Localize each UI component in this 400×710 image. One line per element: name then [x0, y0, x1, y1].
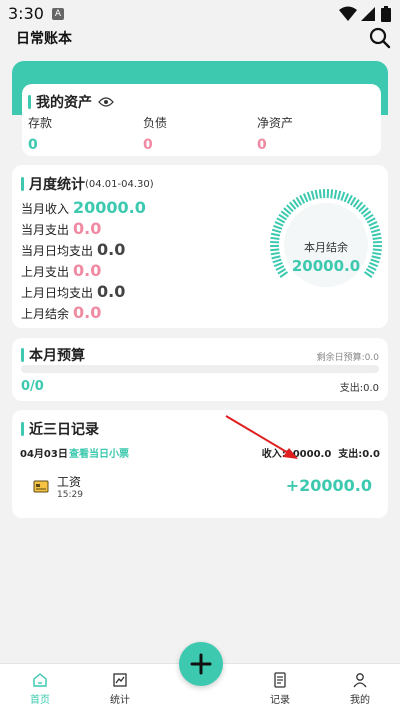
section-accent-bar [21, 177, 24, 191]
wifi-icon [339, 6, 357, 21]
recent-title: 近三日记录 [21, 419, 99, 439]
stat-value: 0.0 [73, 261, 102, 280]
asset-liability: 负债 0 [143, 114, 167, 153]
stat-row: 当月日均支出 0.0 [21, 240, 125, 259]
app-bar: 日常账本 [0, 26, 400, 58]
chart-icon [113, 673, 127, 687]
budget-progress-bar [21, 365, 379, 373]
signal-icon [361, 7, 375, 21]
stat-label: 上月结余 [21, 307, 70, 321]
nav-stats-label: 统计 [110, 695, 130, 706]
budget-title-label: 本月预算 [29, 348, 85, 364]
asset-deposit: 存款 0 [28, 114, 52, 153]
stat-value: 20000.0 [73, 198, 146, 217]
home-icon [33, 673, 47, 687]
record-date: 04月03日 [20, 449, 68, 460]
recent-records-card: 近三日记录 04月03日 查看当日小票 收入:20000.0 支出:0.0 工资… [12, 410, 388, 518]
section-accent-bar [21, 348, 24, 362]
stat-label: 当月日均支出 [21, 244, 94, 258]
stat-row: 当月支出 0.0 [21, 219, 101, 238]
wallet-icon [33, 480, 49, 493]
stat-value: 0.0 [73, 219, 102, 238]
user-icon [353, 673, 367, 688]
app-notification-icon: A [52, 8, 64, 20]
asset-liability-label: 负债 [143, 116, 168, 130]
stat-row: 上月结余 0.0 [21, 303, 101, 322]
eye-icon[interactable] [98, 97, 114, 107]
nav-records-label: 记录 [270, 695, 290, 706]
asset-net-label: 净资产 [257, 116, 294, 130]
record-amount: +20000.0 [285, 476, 372, 495]
status-bar: 3:30 A [0, 0, 400, 28]
document-icon [274, 672, 286, 688]
monthly-title: 月度统计 (04.01-04.30) [21, 174, 154, 194]
search-icon[interactable] [368, 26, 392, 50]
assets-title: 我的资产 [28, 92, 114, 112]
gauge-value: 20000.0 [291, 257, 361, 275]
nav-records[interactable]: 记录 [250, 664, 310, 710]
status-time: 3:30 [8, 4, 44, 23]
stat-label: 上月日均支出 [21, 286, 94, 300]
stat-row: 上月日均支出 0.0 [21, 282, 125, 301]
record-time: 15:29 [57, 490, 83, 500]
assets-title-label: 我的资产 [36, 95, 92, 111]
nav-stats[interactable]: 统计 [90, 664, 150, 710]
budget-ratio: 0/0 [21, 379, 44, 394]
remaining-daily-budget: 剩余日预算:0.0 [316, 353, 379, 363]
add-record-button[interactable] [179, 642, 223, 686]
monthly-stats-card: 月度统计 (04.01-04.30) 当月收入 20000.0 当月支出 0.0… [12, 165, 388, 328]
gauge-label: 本月结余 [304, 241, 348, 254]
stat-row: 上月支出 0.0 [21, 261, 101, 280]
stat-value: 0.0 [97, 282, 126, 301]
section-accent-bar [21, 422, 24, 436]
asset-deposit-value: 0 [28, 137, 38, 153]
budget-spent: 支出:0.0 [339, 383, 379, 394]
recent-title-label: 近三日记录 [29, 422, 99, 438]
plus-icon [190, 653, 212, 675]
day-summary: 收入:20000.0 支出:0.0 [261, 449, 380, 460]
record-entry[interactable]: 工资 15:29 +20000.0 [30, 472, 375, 504]
asset-net-value: 0 [257, 137, 267, 153]
budget-title: 本月预算 [21, 345, 85, 365]
assets-card: 我的资产 存款 0 负债 0 净资产 0 [22, 84, 381, 156]
stat-label: 上月支出 [21, 265, 70, 279]
stat-value: 0.0 [97, 240, 126, 259]
gauge-center: 本月结余 20000.0 [268, 187, 384, 303]
view-receipt-link[interactable]: 查看当日小票 [69, 445, 129, 460]
stat-value: 0.0 [73, 303, 102, 322]
nav-home[interactable]: 首页 [10, 664, 70, 710]
monthly-title-label: 月度统计 [29, 177, 85, 193]
battery-icon [381, 6, 391, 22]
asset-liability-value: 0 [143, 137, 153, 153]
stat-label: 当月收入 [21, 202, 70, 216]
app-title: 日常账本 [16, 31, 72, 47]
nav-home-label: 首页 [30, 695, 50, 706]
stat-label: 当月支出 [21, 223, 70, 237]
budget-card: 本月预算 剩余日预算:0.0 0/0 支出:0.0 [12, 338, 388, 401]
record-name: 工资 [57, 475, 82, 489]
section-accent-bar [28, 95, 31, 109]
nav-profile-label: 我的 [350, 695, 370, 706]
asset-net: 净资产 0 [257, 114, 293, 153]
nav-profile[interactable]: 我的 [330, 664, 390, 710]
stat-row: 当月收入 20000.0 [21, 198, 146, 217]
monthly-range: (04.01-04.30) [85, 178, 154, 190]
asset-deposit-label: 存款 [28, 116, 53, 130]
